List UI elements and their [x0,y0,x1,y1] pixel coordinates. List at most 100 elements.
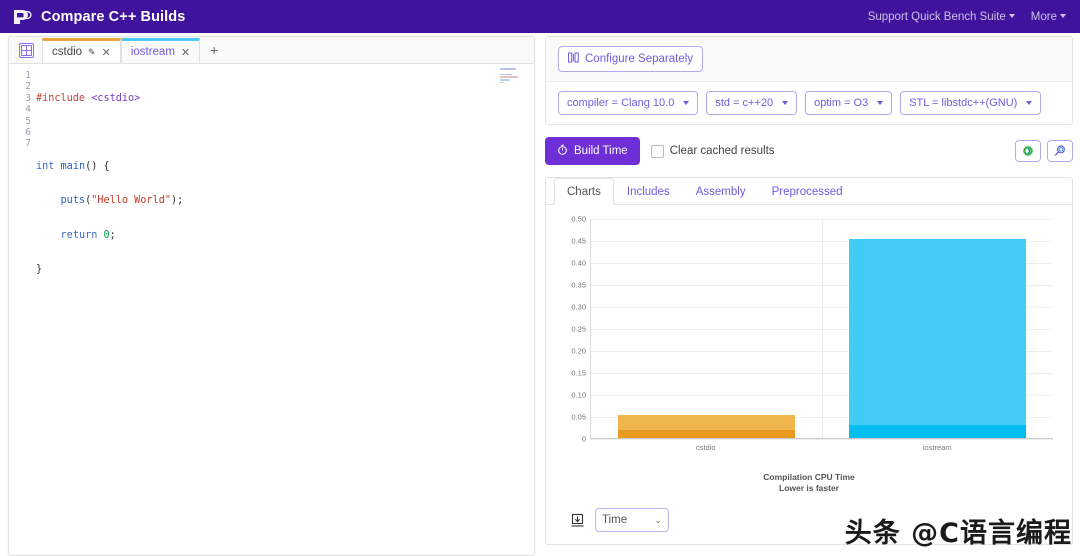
chart-subtitle: Lower is faster [556,483,1062,494]
layout-grid-icon[interactable] [19,43,34,58]
chart-y-tick-label: 0 [582,435,586,444]
chevron-down-icon [1060,14,1066,18]
split-columns-icon [568,52,579,66]
stl-dropdown-label: STL = libstdc++(GNU) [909,97,1017,109]
chart-y-tick-label: 0.50 [571,215,586,224]
optim-dropdown-label: optim = O3 [814,97,868,109]
chart-caption: Compilation CPU Time Lower is faster [556,472,1062,494]
chevron-down-icon [877,101,883,105]
build-time-button[interactable]: Build Time [545,137,640,165]
tab-assembly[interactable]: Assembly [683,178,759,205]
chart-title: Compilation CPU Time [556,472,1062,483]
line-number: 3 [9,93,31,104]
code-editor-card: cstdio ✎ ✕ iostream ✕ + 1 2 3 4 5 6 7 #i… [8,36,535,556]
nav-support-quick-bench-suite[interactable]: Support Quick Bench Suite [868,11,1015,23]
watermark-text: 头条 @C语言编程 [845,511,1072,550]
std-dropdown[interactable]: std = c++20 [706,91,797,115]
results-tab-bar: Charts Includes Assembly Preprocessed [546,178,1072,205]
chart-y-tick-label: 0.25 [571,325,586,334]
compiler-dropdown[interactable]: compiler = Clang 10.0 [558,91,698,115]
chart-y-tick-label: 0.15 [571,369,586,378]
chart-bar[interactable] [849,239,1027,438]
inspect-search-icon[interactable] [1047,140,1073,162]
metric-select[interactable]: Time ⌄ [595,508,669,532]
editor-tab-iostream[interactable]: iostream ✕ [121,38,200,63]
chart-y-tick-label: 0.40 [571,259,586,268]
metric-select-value: Time [602,514,627,526]
chart-y-tick-label: 0.05 [571,413,586,422]
nav-link-label: Support Quick Bench Suite [868,11,1006,23]
chart-container: 00.050.100.150.200.250.300.350.400.450.5… [546,205,1072,544]
chevron-down-icon [1026,101,1032,105]
line-number: 2 [9,81,31,92]
chart-y-tick-label: 0.10 [571,391,586,400]
configure-separately-button[interactable]: Configure Separately [558,46,703,72]
add-tab-button[interactable]: + [200,38,228,63]
share-gear-icon[interactable] [1015,140,1041,162]
code-line: #include <cstdio> [36,93,534,104]
stl-dropdown[interactable]: STL = libstdc++(GNU) [900,91,1041,115]
chevron-down-icon: ⌄ [654,515,662,526]
tab-preprocessed[interactable]: Preprocessed [759,178,856,205]
line-number: 6 [9,127,31,138]
chart-bar-base-segment [618,430,796,438]
code-line: } [36,264,534,275]
build-time-label: Build Time [574,145,628,157]
code-line [36,127,534,138]
compiler-options-row: compiler = Clang 10.0 std = c++20 optim … [546,82,1072,124]
code-area[interactable]: 1 2 3 4 5 6 7 #include <cstdio> int main… [9,64,534,556]
code-text[interactable]: #include <cstdio> int main() { puts("Hel… [36,64,534,556]
top-navbar: Compare C++ Builds Support Quick Bench S… [0,0,1080,33]
build-options-card: Configure Separately compiler = Clang 10… [545,36,1073,125]
clear-cached-label: Clear cached results [670,145,775,157]
nav-link-label: More [1031,11,1057,23]
editor-tab-label: iostream [131,46,175,58]
page-title: Compare C++ Builds [41,9,185,25]
chevron-down-icon [1009,14,1015,18]
pencil-icon[interactable]: ✎ [88,47,96,58]
chart-x-tick-label: cstdio [696,443,716,452]
chart-y-tick-label: 0.30 [571,303,586,312]
code-line: puts("Hello World"); [36,195,534,206]
chart-x-axis-labels: cstdio iostream [590,439,1053,451]
close-icon[interactable]: ✕ [181,46,190,59]
tab-charts[interactable]: Charts [554,178,614,205]
code-minimap[interactable] [500,68,526,82]
clear-cached-results-row[interactable]: Clear cached results [651,145,775,158]
quick-bench-logo-icon [10,6,32,28]
chart-plot-area: 00.050.100.150.200.250.300.350.400.450.5… [590,219,1053,439]
results-card: Charts Includes Assembly Preprocessed 00… [545,177,1073,545]
navbar-links: Support Quick Bench Suite More [868,11,1070,23]
utility-icon-buttons [1015,140,1073,162]
chart-y-tick-label: 0.35 [571,281,586,290]
optim-dropdown[interactable]: optim = O3 [805,91,892,115]
chart-y-tick-label: 0.45 [571,237,586,246]
close-icon[interactable]: ✕ [102,46,111,59]
code-line: return 0; [36,230,534,241]
line-number-gutter: 1 2 3 4 5 6 7 [9,64,36,556]
chart-bar[interactable] [618,415,796,438]
code-line [36,298,534,309]
main-content: cstdio ✎ ✕ iostream ✕ + 1 2 3 4 5 6 7 #i… [0,33,1080,556]
editor-tab-label: cstdio [52,46,82,58]
clear-cached-checkbox[interactable] [651,145,664,158]
nav-more[interactable]: More [1031,11,1066,23]
stopwatch-icon [557,144,568,158]
compiler-dropdown-label: compiler = Clang 10.0 [567,97,674,109]
chart-category-separator [822,219,823,439]
line-number: 1 [9,70,31,81]
chevron-down-icon [683,101,689,105]
editor-tab-bar: cstdio ✎ ✕ iostream ✕ + [9,37,534,64]
tab-includes[interactable]: Includes [614,178,683,205]
code-line: int main() { [36,161,534,172]
std-dropdown-label: std = c++20 [715,97,773,109]
editor-tab-cstdio[interactable]: cstdio ✎ ✕ [42,38,121,63]
line-number: 7 [9,138,31,149]
line-number: 5 [9,116,31,127]
chart-x-tick-label: iostream [923,443,952,452]
download-icon[interactable] [570,513,585,528]
configure-separately-label: Configure Separately [585,53,693,65]
chevron-down-icon [782,101,788,105]
right-panel: Configure Separately compiler = Clang 10… [545,36,1073,545]
run-controls-row: Build Time Clear cached results [545,137,1073,165]
